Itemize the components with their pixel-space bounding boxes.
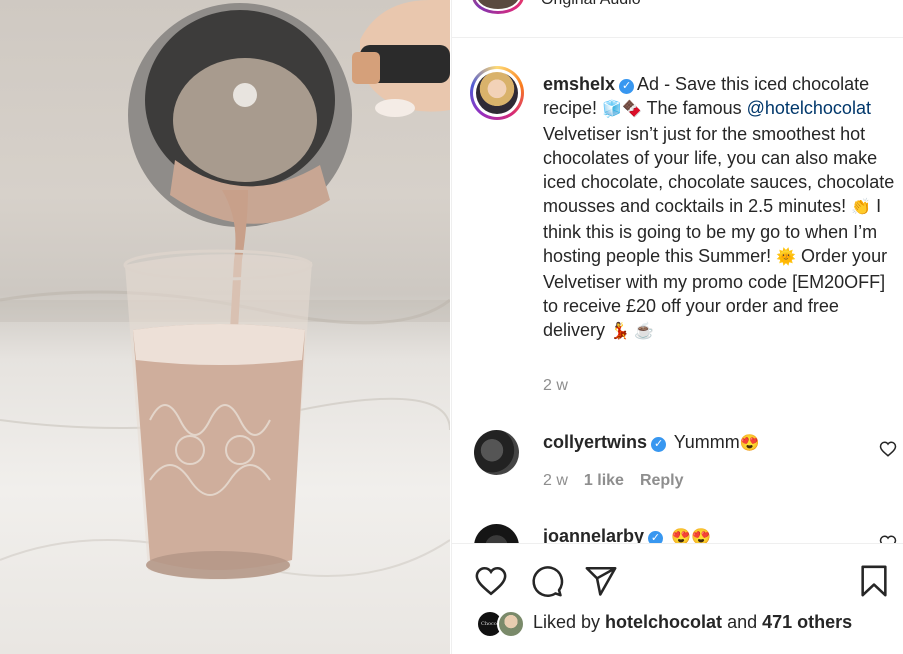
comment-body: Yummm xyxy=(669,432,740,452)
caption-segment: The famous xyxy=(641,98,747,118)
header-avatar[interactable] xyxy=(472,0,524,14)
ice-chocolate-emoji: 🧊🍫 xyxy=(602,101,642,118)
post-actions-bar: Chocolat Liked by hotelchocolat and 471 … xyxy=(452,543,903,654)
comment-time[interactable]: 2 w xyxy=(543,472,568,489)
post-timestamp[interactable]: 2 w xyxy=(543,377,568,395)
dancer-coffee-emoji: 💃 ☕ xyxy=(610,323,655,340)
likes-summary[interactable]: Chocolat Liked by hotelchocolat and 471 … xyxy=(476,608,896,638)
verified-badge-icon: ✓ xyxy=(648,531,664,543)
mention-link[interactable]: @hotelchocolat xyxy=(747,98,871,118)
comment-icon[interactable] xyxy=(530,564,564,598)
iced-chocolate-photo xyxy=(0,0,450,580)
author-username[interactable]: emshelx xyxy=(543,74,615,94)
comment-like-heart-icon[interactable] xyxy=(879,534,897,543)
comment-text: collyertwins ✓ Yummm😍 xyxy=(543,432,760,453)
likes-middle: and xyxy=(722,612,763,632)
audio-label[interactable]: Original Audio xyxy=(541,0,641,9)
comment-like-heart-icon[interactable] xyxy=(879,440,897,458)
comment-text: joannelarby ✓ 😍😍 xyxy=(543,526,711,543)
reply-button[interactable]: Reply xyxy=(640,472,684,489)
heart-eyes-emoji: 😍😍 xyxy=(671,529,711,543)
heart-eyes-emoji: 😍 xyxy=(739,435,760,452)
clap-emoji: 👏 xyxy=(851,199,872,216)
caption-text: emshelx ✓ Ad - Save this iced chocolate re… xyxy=(543,72,895,344)
liker-avatar[interactable] xyxy=(497,610,525,638)
likes-count[interactable]: 471 others xyxy=(762,612,852,632)
author-avatar[interactable] xyxy=(470,66,524,120)
comment-likes[interactable]: 1 like xyxy=(584,472,624,489)
commenter-avatar[interactable] xyxy=(474,430,519,475)
comment-meta: 2 w 1 like Reply xyxy=(543,472,684,490)
liker-username[interactable]: hotelchocolat xyxy=(605,612,722,632)
likes-text: Liked by hotelchocolat and 471 others xyxy=(533,612,852,633)
post-header-strip: Original Audio xyxy=(452,0,903,38)
bookmark-icon[interactable] xyxy=(857,564,891,598)
verified-badge-icon: ✓ xyxy=(619,79,635,94)
heart-icon[interactable] xyxy=(474,564,508,598)
commenter-username[interactable]: joannelarby xyxy=(543,526,644,543)
share-icon[interactable] xyxy=(584,564,618,598)
verified-badge-icon: ✓ xyxy=(651,437,667,452)
likes-prefix: Liked by xyxy=(533,612,606,632)
commenter-username[interactable]: collyertwins xyxy=(543,432,647,452)
sun-emoji: 🌞 xyxy=(776,249,797,266)
post-image[interactable] xyxy=(0,0,450,654)
author-photo xyxy=(476,72,518,114)
post-details-panel: Original Audio emshelx✓Ad - Save this ic… xyxy=(451,0,903,654)
caption-segment: Velvetiser isn’t just for the smoothest … xyxy=(543,124,895,216)
comments-list[interactable]: collyertwins ✓ Yummm😍 2 w 1 like Reply joan… xyxy=(452,400,903,543)
commenter-avatar[interactable] xyxy=(474,524,519,543)
